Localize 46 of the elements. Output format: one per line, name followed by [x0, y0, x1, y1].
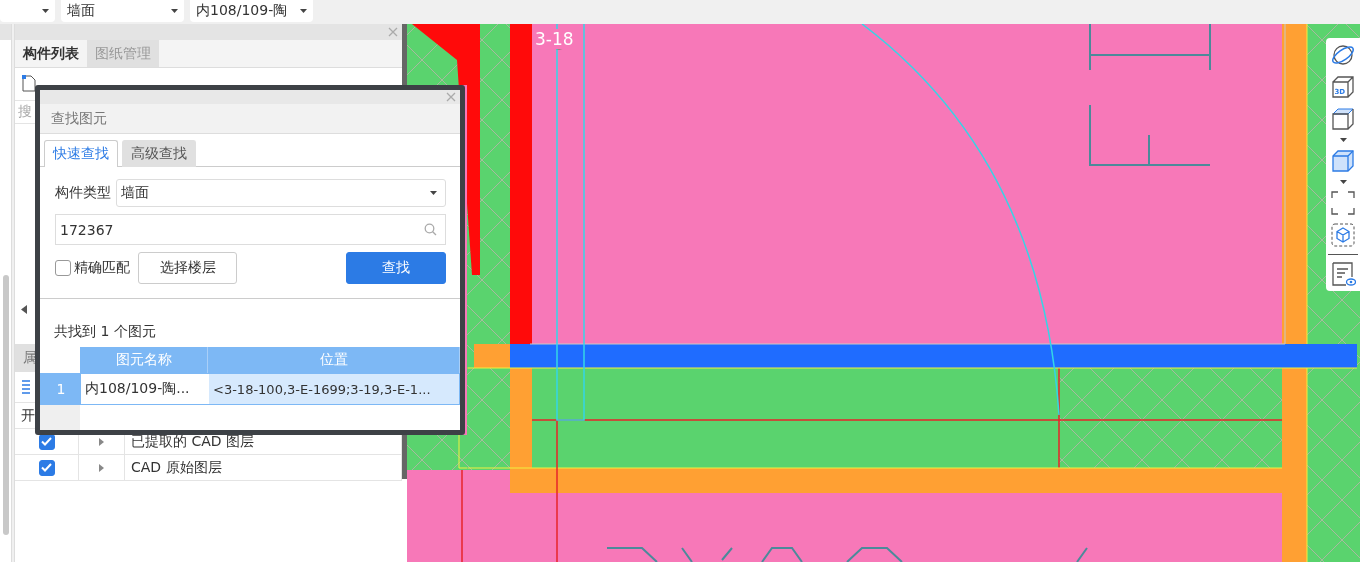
search-field[interactable]: 172367: [55, 214, 446, 245]
result-summary: 共找到 1 个图元: [53, 322, 157, 341]
exact-match-checkbox[interactable]: [55, 260, 71, 276]
wall-drawing: [407, 434, 468, 470]
dialog-tab[interactable]: 高级查找: [122, 140, 196, 167]
cube-icon[interactable]: [1330, 106, 1356, 132]
find-button[interactable]: 查找: [346, 252, 446, 284]
caret-icon: [42, 9, 49, 13]
fullscreen-icon[interactable]: [1330, 190, 1356, 216]
orbit-icon[interactable]: [1330, 42, 1356, 68]
dropdown[interactable]: 内108/109-陶: [190, 0, 313, 22]
new-file-icon[interactable]: [21, 74, 37, 92]
shaded-cube-icon[interactable]: [1330, 148, 1356, 174]
dialog-tab[interactable]: 快速查找: [44, 140, 118, 167]
table-cell: <3-18-100,3-E-1699;3-19,3-E-1...: [209, 374, 459, 404]
checkbox-label: 精确匹配: [74, 259, 130, 277]
search-icon: [424, 223, 437, 236]
expand-icon[interactable]: [99, 437, 104, 446]
field-label: 构件类型: [55, 184, 111, 202]
row-number: 1: [41, 374, 81, 404]
dropdown[interactable]: 墙面: [61, 0, 184, 22]
checkmark-icon: [41, 437, 52, 446]
expand-icon[interactable]: [99, 463, 104, 472]
caret-icon: [430, 191, 437, 195]
select-floor-button[interactable]: 选择楼层: [138, 252, 237, 284]
result-row[interactable]: 1 内108/109-陶... <3-18-100,3-E-1699;3-19,3-E-1...: [40, 373, 460, 405]
caret-icon: [1339, 180, 1347, 184]
layer-checkbox[interactable]: [38, 459, 55, 476]
dialog-title: 查找图元: [40, 104, 460, 134]
axis-label: 3-18: [535, 29, 574, 49]
scroll-left-icon[interactable]: [21, 305, 27, 314]
caret-icon: [1339, 138, 1347, 142]
type-select[interactable]: 墙面: [116, 179, 446, 207]
layer-name: 已提取的 CAD 图层: [131, 432, 255, 451]
layer-name: CAD 原始图层: [131, 458, 222, 477]
document-view-icon[interactable]: [1330, 261, 1356, 287]
checkmark-icon: [41, 463, 52, 472]
caret-icon: [171, 9, 178, 13]
caret-icon: [300, 9, 307, 13]
column-header: 位置: [208, 347, 460, 373]
row-header-gutter: [40, 405, 80, 430]
scrollbar-thumb[interactable]: [2, 275, 9, 535]
column-header: 图元名称: [80, 347, 208, 373]
wall-drawing: [407, 24, 467, 85]
select-cube-icon[interactable]: [1330, 222, 1356, 248]
layers-icon[interactable]: [21, 378, 31, 396]
